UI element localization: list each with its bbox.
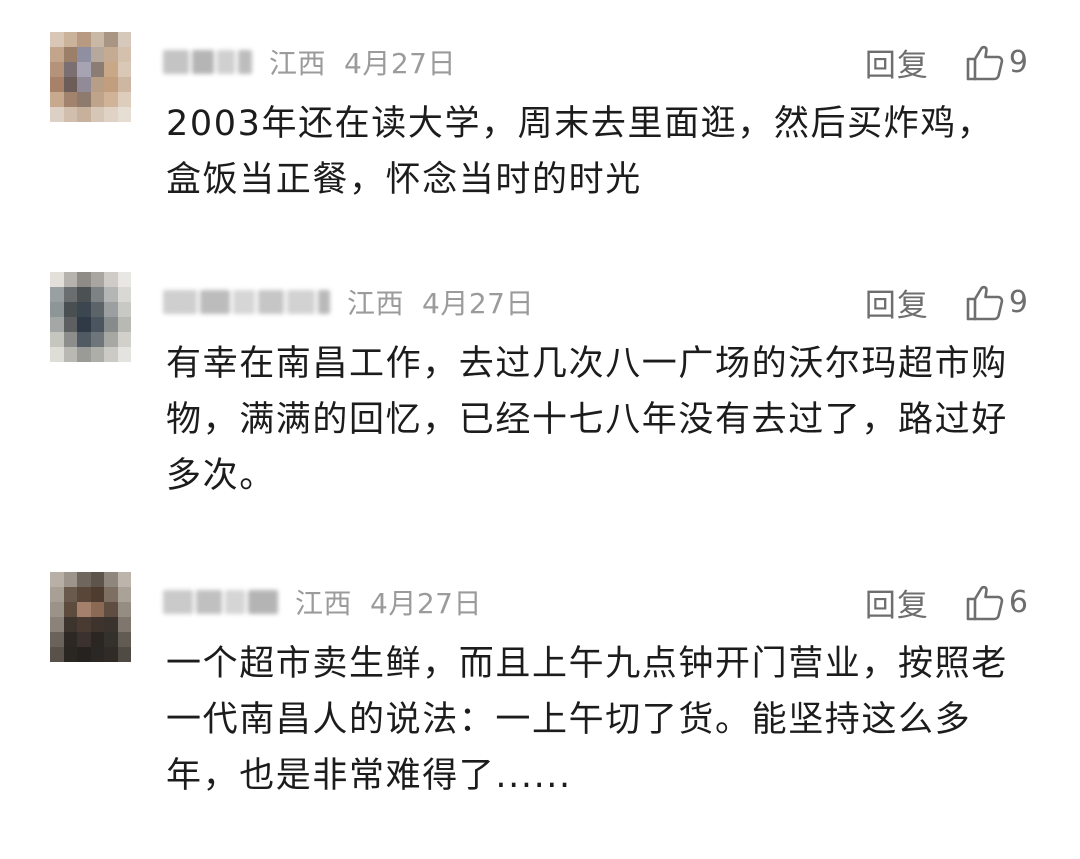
thumbs-up-icon[interactable]: [965, 582, 1005, 622]
comment-meta: 江西 4月27日: [163, 280, 534, 324]
like-count: 9: [1008, 284, 1028, 320]
username-blurred[interactable]: [163, 288, 333, 316]
comment-date: 4月27日: [370, 587, 482, 620]
username-blurred[interactable]: [163, 588, 281, 616]
reply-button[interactable]: 回复: [865, 40, 929, 85]
comment-meta: 江西 4月27日: [163, 580, 482, 624]
comment-location: 江西: [347, 287, 405, 320]
comment-date: 4月27日: [344, 47, 456, 80]
thumbs-up-icon[interactable]: [965, 42, 1005, 82]
like-count: 6: [1008, 584, 1028, 620]
avatar[interactable]: [50, 272, 131, 362]
comment-location: 江西: [295, 587, 353, 620]
comment-text: 有幸在南昌工作，去过几次八一广场的沃尔玛超市购物，满满的回忆，已经十七八年没有去…: [166, 344, 1008, 496]
comment-actions: 回复 9: [865, 40, 1028, 84]
comment-date: 4月27日: [422, 287, 534, 320]
reply-button[interactable]: 回复: [865, 280, 929, 325]
comment-actions: 回复 6: [865, 580, 1028, 624]
like-count: 9: [1008, 44, 1028, 80]
avatar[interactable]: [50, 32, 131, 122]
comment-actions: 回复 9: [865, 280, 1028, 324]
comment-meta: 江西 4月27日: [163, 40, 456, 84]
thumbs-up-icon[interactable]: [965, 282, 1005, 322]
avatar[interactable]: [50, 572, 131, 662]
username-blurred[interactable]: [163, 48, 255, 76]
comment-text: 2003年还在读大学，周末去里面逛，然后买炸鸡，盒饭当正餐，怀念当时的时光: [166, 104, 994, 200]
comment-text: 一个超市卖生鲜，而且上午九点钟开门营业，按照老一代南昌人的说法：一上午切了货。能…: [166, 644, 1008, 796]
comment-location: 江西: [269, 47, 327, 80]
reply-button[interactable]: 回复: [865, 580, 929, 625]
